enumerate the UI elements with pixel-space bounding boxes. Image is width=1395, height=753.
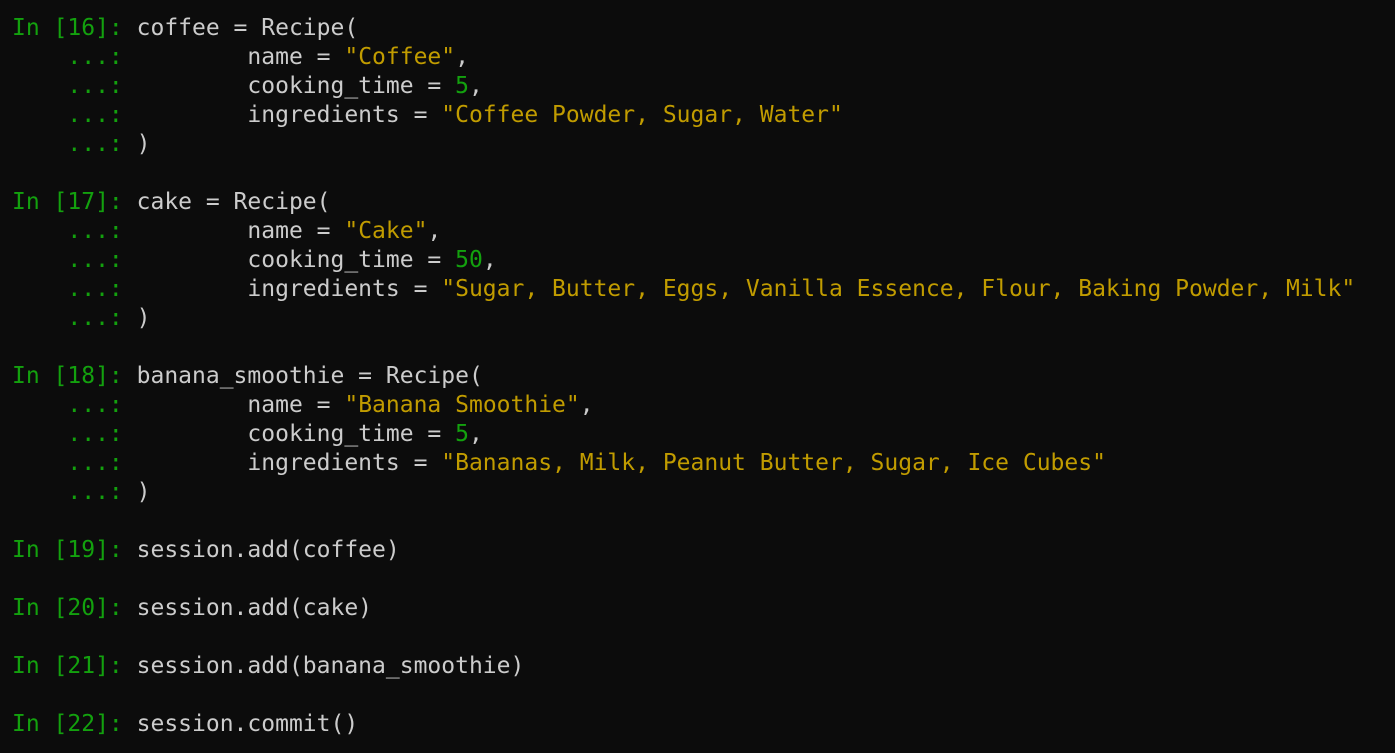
- terminal-line: In [16]: coffee = Recipe(: [12, 14, 1395, 43]
- code-text: banana_smoothie = Recipe(: [136, 363, 483, 389]
- input-prompt: In [18]:: [12, 363, 137, 389]
- code-text: ,: [482, 247, 497, 273]
- terminal-line: ...: ): [12, 130, 1395, 159]
- input-prompt: In [20]:: [12, 595, 137, 621]
- continuation-prompt: ...:: [12, 218, 137, 244]
- continuation-prompt: ...:: [12, 247, 137, 273]
- continuation-prompt: ...:: [12, 305, 137, 331]
- input-prompt: In [16]:: [12, 15, 137, 41]
- continuation-prompt: ...:: [12, 479, 137, 505]
- input-prompt: In [21]:: [12, 653, 137, 679]
- code-text: session.add(banana_smoothie): [136, 653, 525, 679]
- terminal-line: ...: ingredients = "Bananas, Milk, Peanu…: [12, 449, 1395, 478]
- input-prompt: In [22]:: [12, 711, 137, 737]
- terminal-line: ...: name = "Cake",: [12, 217, 1395, 246]
- code-text: session.add(coffee): [136, 537, 400, 563]
- terminal-line: In [20]: session.add(cake): [12, 594, 1395, 623]
- terminal-line: In [22]: session.commit(): [12, 710, 1395, 739]
- terminal-line: In [17]: cake = Recipe(: [12, 188, 1395, 217]
- string-literal: "Coffee": [344, 44, 456, 70]
- terminal-line: In [21]: session.add(banana_smoothie): [12, 652, 1395, 681]
- ipython-terminal[interactable]: In [16]: coffee = Recipe( ...: name = "C…: [0, 0, 1395, 753]
- terminal-line: ...: cooking_time = 5,: [12, 72, 1395, 101]
- continuation-prompt: ...:: [12, 276, 137, 302]
- terminal-line: In [18]: banana_smoothie = Recipe(: [12, 362, 1395, 391]
- continuation-prompt: ...:: [12, 421, 137, 447]
- continuation-prompt: ...:: [12, 450, 137, 476]
- code-text: ingredients =: [136, 450, 442, 476]
- terminal-line: ...: name = "Coffee",: [12, 43, 1395, 72]
- code-text: session.commit(): [136, 711, 359, 737]
- continuation-prompt: ...:: [12, 73, 137, 99]
- terminal-line: ...: cooking_time = 5,: [12, 420, 1395, 449]
- code-text: ): [136, 305, 151, 331]
- string-literal: "Cake": [344, 218, 428, 244]
- continuation-prompt: ...:: [12, 102, 137, 128]
- string-literal: "Sugar, Butter, Eggs, Vanilla Essence, F…: [441, 276, 1356, 302]
- code-text: cooking_time =: [136, 73, 456, 99]
- terminal-line: In [19]: session.add(coffee): [12, 536, 1395, 565]
- continuation-prompt: ...:: [12, 392, 137, 418]
- terminal-line: ...: ): [12, 478, 1395, 507]
- code-text: name =: [136, 392, 345, 418]
- terminal-line: ...: cooking_time = 50,: [12, 246, 1395, 275]
- code-text: ,: [455, 44, 469, 70]
- code-text: ingredients =: [136, 102, 442, 128]
- code-text: ): [136, 479, 151, 505]
- code-text: ,: [579, 392, 594, 418]
- terminal-line: ...: name = "Banana Smoothie",: [12, 391, 1395, 420]
- code-text: ingredients =: [136, 276, 442, 302]
- code-text: name =: [136, 44, 345, 70]
- terminal-line: ...: ingredients = "Sugar, Butter, Eggs,…: [12, 275, 1395, 304]
- code-text: ,: [427, 218, 442, 244]
- code-text: cooking_time =: [136, 421, 456, 447]
- code-text: session.add(cake): [136, 595, 373, 621]
- number-literal: 5: [455, 73, 469, 99]
- string-literal: "Coffee Powder, Sugar, Water": [441, 102, 843, 128]
- terminal-line: ...: ): [12, 304, 1395, 333]
- continuation-prompt: ...:: [12, 131, 137, 157]
- code-text: cake = Recipe(: [136, 189, 331, 215]
- code-text: ): [136, 131, 151, 157]
- string-literal: "Banana Smoothie": [344, 392, 580, 418]
- code-text: cooking_time =: [136, 247, 456, 273]
- continuation-prompt: ...:: [12, 44, 137, 70]
- input-prompt: In [17]:: [12, 189, 137, 215]
- number-literal: 5: [455, 421, 469, 447]
- input-prompt: In [19]:: [12, 537, 137, 563]
- code-text: name =: [136, 218, 345, 244]
- code-text: ,: [468, 421, 483, 447]
- code-text: ,: [468, 73, 483, 99]
- number-literal: 50: [455, 247, 483, 273]
- code-text: coffee = Recipe(: [136, 15, 359, 41]
- string-literal: "Bananas, Milk, Peanut Butter, Sugar, Ic…: [441, 450, 1106, 476]
- terminal-line: ...: ingredients = "Coffee Powder, Sugar…: [12, 101, 1395, 130]
